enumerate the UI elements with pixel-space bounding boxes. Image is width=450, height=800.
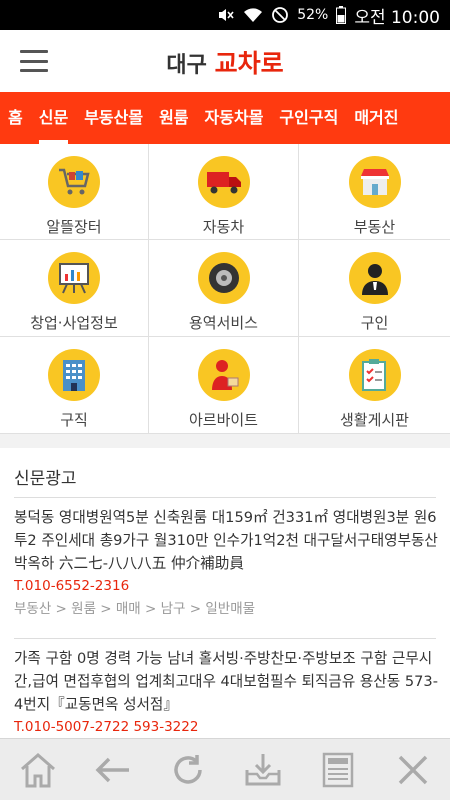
delivery-worker-icon xyxy=(197,349,250,401)
category-tile[interactable]: 부동산 xyxy=(299,144,450,240)
app-title: 대구 교차로 xyxy=(0,44,450,80)
ad-text: 봉덕동 영대병원역5분 신축원룸 대159㎡ 건331㎡ 영대병원3분 원6 투… xyxy=(14,509,438,572)
category-tile[interactable]: 자동차 xyxy=(149,144,299,240)
person-icon xyxy=(348,252,401,304)
ad-phone[interactable]: T.010-5007-2722 593-3222 xyxy=(14,716,440,739)
tire-icon xyxy=(197,252,250,304)
app-title-region: 대구 xyxy=(166,53,207,78)
wifi-icon xyxy=(243,7,263,23)
close-icon[interactable] xyxy=(383,745,443,795)
category-label: 구인 xyxy=(360,314,389,332)
app-title-brand: 교차로 xyxy=(214,49,284,78)
category-label: 아르바이트 xyxy=(188,411,258,429)
tab-item[interactable]: 신문 xyxy=(31,92,76,144)
app-header: 대구 교차로 xyxy=(0,30,450,92)
ad-item[interactable]: 봉덕동 영대병원역5분 신축원룸 대159㎡ 건331㎡ 영대병원3분 원6 투… xyxy=(14,506,440,621)
category-label: 자동차 xyxy=(202,218,245,236)
tab-item[interactable]: 자동차몰 xyxy=(197,92,272,144)
ad-text: 가족 구함 0명 경력 가능 남녀 홀서빙·주방찬모·주방보조 구함 근무시간,… xyxy=(14,650,438,713)
category-tabs: 홈 신문 부동산몰 원룸 자동차몰 구인구직 매거진 xyxy=(0,92,450,144)
building-icon xyxy=(48,349,100,401)
tab-item[interactable]: 원룸 xyxy=(151,92,196,144)
category-tile[interactable]: 창업·사업정보 xyxy=(0,240,149,337)
home-icon[interactable] xyxy=(8,745,68,795)
refresh-icon[interactable] xyxy=(158,745,218,795)
category-label: 알뜰장터 xyxy=(46,218,102,236)
divider xyxy=(14,497,436,498)
category-tile[interactable]: 아르바이트 xyxy=(149,337,299,434)
ad-phone[interactable]: T.010-6552-2316 xyxy=(14,575,440,598)
no-signal-icon xyxy=(271,6,289,24)
status-bar: 52% 오전 10:00 xyxy=(0,0,450,30)
download-icon[interactable] xyxy=(233,745,293,795)
mute-icon xyxy=(217,7,235,23)
divider xyxy=(14,638,436,639)
bottom-nav xyxy=(0,738,450,800)
tab-item[interactable]: 구인구직 xyxy=(271,92,346,144)
truck-icon xyxy=(197,156,250,208)
ad-category-path: 부동산 > 원룸 > 매매 > 남구 > 일반매물 xyxy=(14,601,256,617)
section-title: 신문광고 xyxy=(14,469,77,489)
news-icon[interactable] xyxy=(308,745,368,795)
category-label: 생활게시판 xyxy=(339,411,409,429)
presentation-icon xyxy=(48,252,100,304)
checklist-icon xyxy=(348,349,401,401)
newspaper-ads-section: 신문광고 봉덕동 영대병원역5분 신축원룸 대159㎡ 건331㎡ 영대병원3분… xyxy=(0,448,450,738)
tab-item[interactable]: 매거진 xyxy=(346,92,406,144)
ad-item[interactable]: 가족 구함 0명 경력 가능 남녀 홀서빙·주방찬모·주방보조 구함 근무시간,… xyxy=(14,647,440,739)
tab-item[interactable]: 부동산몰 xyxy=(76,92,151,144)
category-tile[interactable]: 용역서비스 xyxy=(149,240,299,337)
category-tile[interactable]: 알뜰장터 xyxy=(0,144,149,240)
tab-item[interactable]: 홈 xyxy=(0,92,31,144)
category-tile[interactable]: 구직 xyxy=(0,337,149,434)
clock: 오전 10:00 xyxy=(354,7,440,28)
category-label: 구직 xyxy=(60,411,88,429)
category-grid: 알뜰장터 자동차 부동산창업·사업정보 용역서비스 구인구직 아르바이트 생활게시판 xyxy=(0,144,450,434)
battery-percent: 52% xyxy=(297,7,329,23)
category-label: 부동산 xyxy=(353,218,396,236)
category-tile[interactable]: 생활게시판 xyxy=(299,337,450,434)
battery-icon xyxy=(336,6,347,24)
category-tile[interactable]: 구인 xyxy=(299,240,450,337)
category-label: 창업·사업정보 xyxy=(30,314,118,332)
store-icon xyxy=(348,156,401,208)
category-label: 용역서비스 xyxy=(188,314,258,332)
back-icon[interactable] xyxy=(83,745,143,795)
shopping-cart-icon xyxy=(48,156,100,208)
